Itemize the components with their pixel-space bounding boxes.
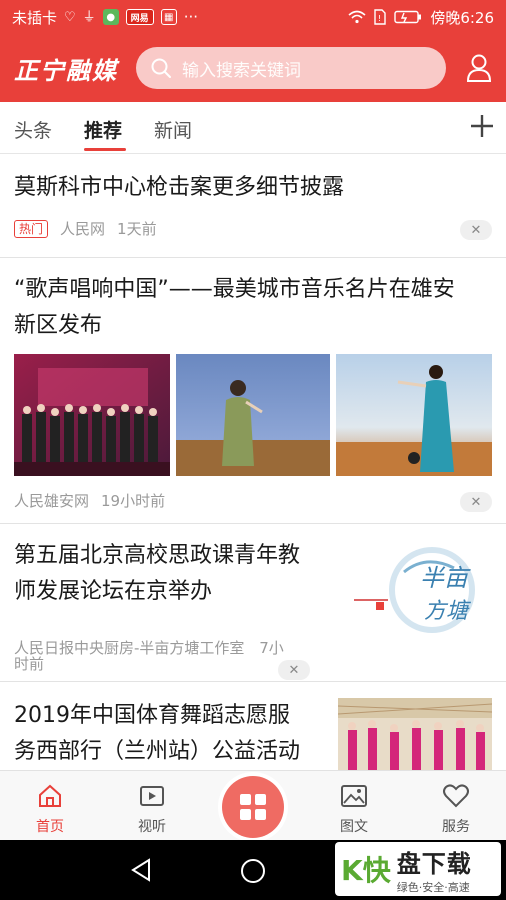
app-logo: 正宁融媒 [14, 55, 118, 85]
article-meta: 热门 人民网 1天前 [14, 218, 157, 239]
article-time: 19小时前 [101, 492, 166, 510]
article-title-line-2: 新区发布 [14, 313, 103, 338]
wifi-icon [348, 10, 366, 24]
dismiss-button[interactable]: ✕ [460, 492, 492, 512]
article-meta: 人民雄安网 19小时前 [14, 490, 165, 511]
watermark-subtitle: 绿色·安全·高速 [396, 880, 470, 894]
home-circle-icon[interactable] [240, 858, 266, 884]
news-feed: 莫斯科市中心枪击案更多细节披露 热门 人民网 1天前 ✕ “歌声唱响中国”——最… [0, 154, 506, 770]
home-icon [39, 784, 61, 807]
dismiss-button[interactable]: ✕ [278, 660, 310, 680]
watermark-logo: K快 盘下载 绿色·安全·高速 [335, 842, 501, 896]
tab-headlines[interactable]: 头条 [14, 116, 52, 143]
tab-recommended[interactable]: 推荐 [84, 116, 122, 143]
add-channel-icon[interactable] [468, 112, 496, 140]
nav-home-label: 首页 [36, 819, 64, 835]
svg-text:方塘: 方塘 [424, 599, 472, 624]
user-profile-icon[interactable] [466, 54, 492, 82]
usb-icon: ⏚ [82, 9, 96, 25]
calendar-icon: ▦ [160, 9, 177, 25]
clock-label: 傍晚6:26 [430, 8, 494, 27]
watermark-icon: K快 [341, 854, 391, 887]
watermark-title: 盘下载 [396, 849, 472, 878]
article-image-1 [14, 354, 170, 476]
search-placeholder: 输入搜索关键词 [182, 60, 301, 81]
nav-services[interactable]: 服务 [426, 783, 486, 836]
carrier-label: 未插卡 [12, 8, 58, 27]
dismiss-button[interactable]: ✕ [460, 220, 492, 240]
more-notifications-icon: ··· [183, 8, 198, 26]
status-bar: 未插卡 ♡ ⏚ ● 网易 ▦ ··· ! 傍晚6:26 [0, 0, 506, 34]
nav-services-label: 服务 [442, 819, 470, 835]
nav-video-label: 视听 [138, 819, 166, 835]
article-title-line-2: 师发展论坛在京举办 [14, 579, 213, 604]
article-item[interactable]: 莫斯科市中心枪击案更多细节披露 热门 人民网 1天前 ✕ [0, 154, 506, 258]
article-source: 人民雄安网 [14, 492, 90, 510]
app-icon: ● [102, 9, 119, 25]
app-header: 正宁融媒 输入搜索关键词 [0, 34, 506, 102]
svg-text:半亩: 半亩 [420, 564, 471, 592]
article-title-line-1: “歌声唱响中国”——最美城市音乐名片在雄安 [14, 277, 455, 302]
svg-text:!: ! [378, 14, 381, 23]
article-time-part-1: 7小 [259, 639, 284, 657]
nav-home[interactable]: 首页 [20, 783, 80, 836]
search-bar[interactable]: 输入搜索关键词 [136, 47, 446, 89]
search-icon [151, 58, 171, 78]
article-image-2 [176, 354, 330, 476]
article-title-line-1: 2019年中国体育舞蹈志愿服 [14, 703, 290, 728]
article-source: 人民网 [60, 220, 106, 238]
article-source: 人民日报中央厨房-半亩方塘工作室 [14, 639, 245, 657]
battery-icon [394, 10, 422, 24]
bottom-navigation: 首页 视听 图文 服务 [0, 770, 506, 840]
center-menu-button[interactable] [222, 776, 284, 838]
article-title-line-1: 第五届北京高校思政课青年教 [14, 543, 301, 568]
studio-logo-image: 半亩 方塘 [336, 534, 492, 644]
article-item[interactable]: 2019年中国体育舞蹈志愿服 务西部行（兰州站）公益活动 [0, 682, 506, 770]
sim-icon: ! [374, 9, 387, 25]
hot-badge: 热门 [14, 219, 49, 238]
article-item[interactable]: “歌声唱响中国”——最美城市音乐名片在雄安 新区发布 人民雄安网 19小时前 ✕ [0, 258, 506, 524]
nav-gallery-label: 图文 [340, 819, 368, 835]
article-meta: 人民日报中央厨房-半亩方塘工作室 7小 时前 [14, 640, 284, 672]
article-time-part-2: 时前 [14, 655, 45, 673]
news-app-icon: 网易 [125, 9, 154, 25]
article-thumbnail [338, 698, 492, 770]
article-item[interactable]: 第五届北京高校思政课青年教 师发展论坛在京举办 半亩 方塘 人民日报中央厨房-半… [0, 524, 506, 682]
video-icon [140, 786, 164, 806]
back-icon[interactable] [130, 858, 152, 882]
health-icon: ♡ [64, 9, 76, 25]
article-title: 莫斯科市中心枪击案更多细节披露 [14, 175, 345, 200]
grid-icon [240, 794, 266, 820]
article-time: 1天前 [117, 220, 157, 238]
nav-gallery[interactable]: 图文 [324, 783, 384, 836]
channel-tabs: 头条 推荐 新闻 [0, 102, 506, 154]
article-image-3 [336, 354, 492, 476]
heart-icon [443, 784, 469, 808]
tab-news[interactable]: 新闻 [154, 116, 192, 143]
nav-video[interactable]: 视听 [122, 783, 182, 836]
article-title-line-2: 务西部行（兰州站）公益活动 [14, 739, 301, 764]
image-icon [341, 785, 367, 807]
active-tab-indicator [84, 148, 126, 151]
